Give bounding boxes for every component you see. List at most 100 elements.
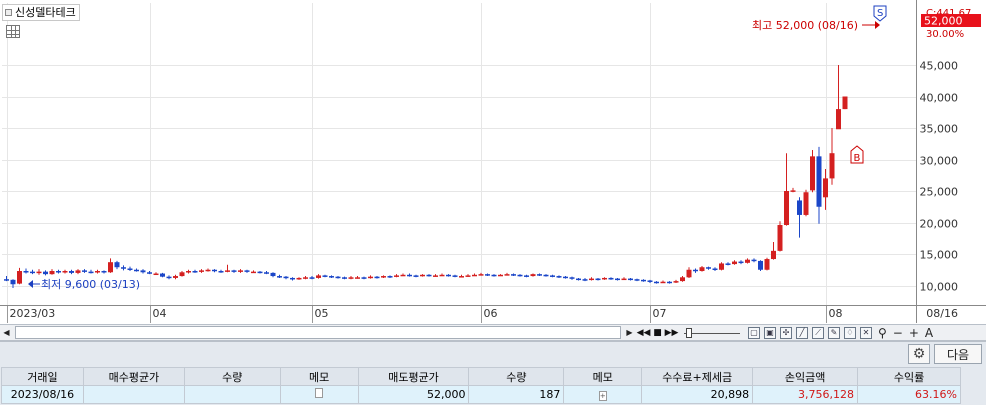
candle-body bbox=[660, 281, 666, 284]
candle-body bbox=[556, 276, 562, 278]
y-tick-label: 25,000 bbox=[920, 186, 959, 199]
memo-edit-icon[interactable]: + bbox=[598, 391, 607, 401]
candle-body bbox=[712, 268, 718, 270]
x-tick-label: 2023/03 bbox=[10, 307, 56, 320]
cell-buy-memo[interactable] bbox=[279, 385, 359, 404]
candle-body bbox=[108, 262, 113, 273]
candle-body bbox=[342, 277, 347, 279]
candle-body bbox=[530, 274, 536, 277]
candle-body bbox=[257, 271, 263, 274]
memo-icon[interactable] bbox=[315, 388, 324, 398]
delete-tool-icon[interactable]: ✕ bbox=[860, 326, 872, 339]
candle-body bbox=[30, 271, 35, 274]
candle-body bbox=[524, 275, 529, 277]
candle-body bbox=[56, 271, 61, 273]
magnifier-icon[interactable]: ⚲ bbox=[878, 327, 887, 339]
candle-body bbox=[764, 259, 770, 270]
candle-body bbox=[355, 277, 360, 279]
gear-icon[interactable]: ⚙ bbox=[908, 344, 930, 364]
candle-body bbox=[244, 270, 250, 272]
chart-canvas[interactable]: 2023/03 04 05 06 07 08 45,000 40,000 35,000 30,00… bbox=[0, 0, 986, 323]
x-tick-label: 08 bbox=[829, 307, 843, 320]
candle-body bbox=[140, 270, 146, 273]
candle-body bbox=[459, 276, 464, 278]
candle-body bbox=[374, 276, 380, 279]
candle-body bbox=[595, 278, 601, 281]
col-sell-avg: 매도평균가 bbox=[357, 367, 470, 386]
cell-sell-memo[interactable]: + bbox=[563, 385, 643, 404]
candle-body bbox=[62, 271, 68, 273]
candle-body bbox=[511, 274, 516, 276]
scroll-left-arrow-icon[interactable]: ◀ bbox=[0, 325, 13, 340]
candle-body bbox=[641, 279, 646, 282]
buy-marker-label: B bbox=[854, 153, 861, 164]
col-trade-date: 거래일 bbox=[1, 367, 84, 386]
candle-body bbox=[621, 278, 627, 281]
stock-name: 신성델타테크 bbox=[15, 6, 76, 19]
candle-body bbox=[348, 277, 354, 279]
fast-forward-icon[interactable]: ▶▶ bbox=[665, 326, 679, 339]
zoom-in-icon[interactable]: + bbox=[909, 327, 919, 339]
candle-body bbox=[745, 259, 750, 263]
candle-body bbox=[251, 271, 256, 274]
price-chart[interactable]: 2023/03 04 05 06 07 08 45,000 40,000 35,000 30,00… bbox=[0, 0, 986, 323]
candle-body bbox=[205, 269, 211, 272]
scroll-right-arrow-icon[interactable]: ▶ bbox=[623, 325, 636, 340]
paint-tool-icon[interactable]: ♢ bbox=[844, 326, 856, 339]
candle-body bbox=[238, 270, 243, 272]
candle-body bbox=[95, 271, 100, 273]
grid-table-icon[interactable] bbox=[6, 25, 20, 38]
table-row[interactable]: 2023/08/16 52,000 187 + 20,898 3,756,128… bbox=[1, 385, 961, 404]
text-tool-icon[interactable]: A bbox=[925, 327, 933, 339]
candle-body bbox=[615, 278, 620, 281]
col-buy-memo: 메모 bbox=[279, 367, 359, 386]
next-button[interactable]: 다음 bbox=[934, 344, 982, 364]
rewind-icon[interactable]: ◀◀ bbox=[637, 326, 651, 339]
candle-body bbox=[186, 271, 191, 273]
cell-sell-qty: 187 bbox=[468, 385, 565, 404]
y-tick-label: 40,000 bbox=[920, 92, 959, 105]
candle-body bbox=[797, 200, 802, 215]
window-icon[interactable]: ▢ bbox=[748, 326, 760, 339]
candle-body bbox=[628, 278, 633, 281]
line-tool-icon[interactable]: ╱ bbox=[796, 326, 808, 339]
candle-body bbox=[758, 260, 763, 270]
draw-tool-icon[interactable]: ✎ bbox=[828, 326, 840, 339]
zoom-out-icon[interactable]: − bbox=[893, 327, 903, 339]
candle-body bbox=[836, 109, 841, 130]
col-sell-memo: 메모 bbox=[563, 367, 643, 386]
cell-return: 63.16% bbox=[857, 385, 961, 404]
candle-body bbox=[36, 271, 42, 274]
candle-body bbox=[127, 268, 133, 270]
candle-body bbox=[283, 276, 289, 279]
candle-body bbox=[166, 276, 172, 279]
copy-window-icon[interactable]: ▣ bbox=[764, 326, 776, 339]
candle-body bbox=[43, 271, 48, 275]
candle-body bbox=[777, 225, 783, 251]
candle-body bbox=[303, 277, 308, 279]
candle-body bbox=[439, 274, 445, 277]
crosshair-icon[interactable]: ✣ bbox=[780, 326, 792, 339]
cell-fees: 20,898 bbox=[641, 385, 754, 404]
stock-name-tag[interactable]: 신성델타테크 bbox=[2, 4, 80, 21]
zoom-slider[interactable] bbox=[684, 326, 740, 339]
scroll-track[interactable] bbox=[15, 326, 621, 339]
zoom-slider-rail bbox=[684, 333, 740, 334]
trade-table: 거래일 매수평균가 수량 메모 매도평균가 수량 메모 수수료+제세금 손익금액… bbox=[1, 367, 961, 404]
candle-body bbox=[491, 274, 497, 277]
chart-scrollbar[interactable]: ◀ ▶ ◀◀ ■ ▶▶ ▢ ▣ ✣ ╱ ⟋ ✎ ♢ ✕ ⚲ − + A bbox=[0, 324, 986, 341]
candle-body bbox=[82, 270, 87, 272]
trend-tool-icon[interactable]: ⟋ bbox=[812, 326, 824, 339]
candle-body bbox=[647, 280, 653, 282]
stop-icon[interactable]: ■ bbox=[651, 326, 664, 339]
col-sell-qty: 수량 bbox=[468, 367, 565, 386]
candle-body bbox=[147, 272, 152, 274]
y-tick-label: 20,000 bbox=[920, 218, 959, 231]
candle-body bbox=[563, 276, 568, 279]
high-annotation: 최고 52,000 (08/16) bbox=[752, 19, 858, 32]
candle-body bbox=[329, 276, 334, 278]
percent-label: 30.00% bbox=[926, 29, 964, 40]
candle-body bbox=[69, 271, 74, 273]
candle-body bbox=[296, 277, 302, 280]
zoom-slider-knob[interactable] bbox=[686, 328, 692, 338]
